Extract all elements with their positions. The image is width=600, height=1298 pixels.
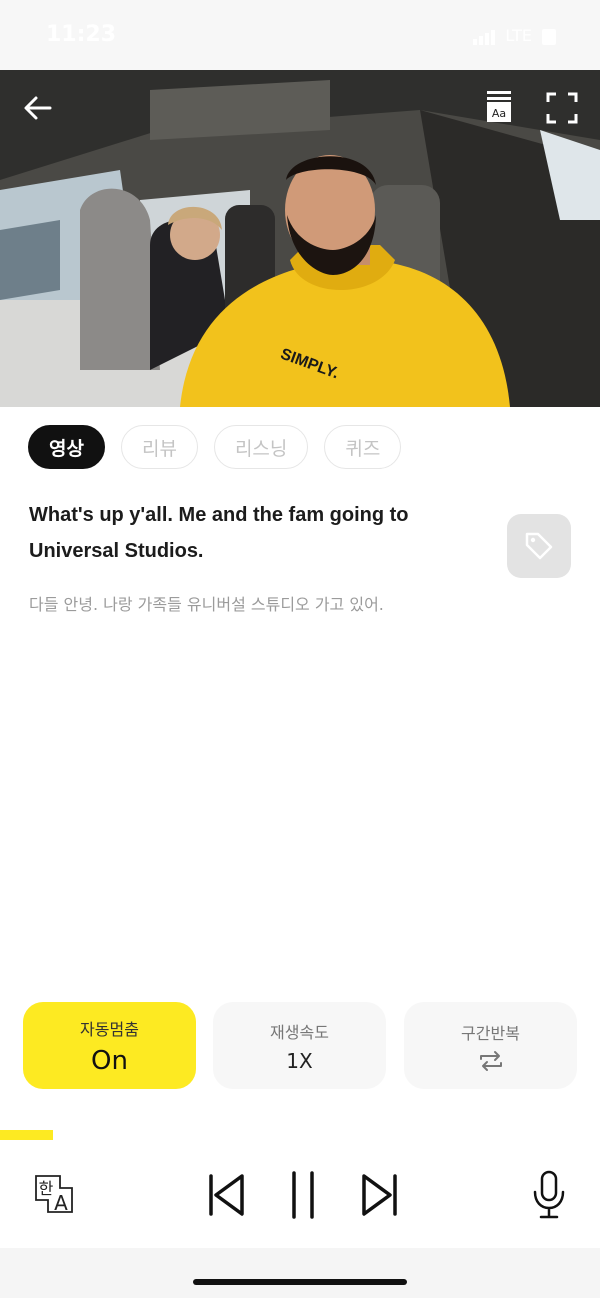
battery-icon bbox=[542, 29, 556, 45]
tab-listening[interactable]: 리스닝 bbox=[213, 425, 309, 469]
auto-stop-value: On bbox=[91, 1045, 128, 1076]
home-indicator[interactable] bbox=[193, 1279, 407, 1285]
section-repeat-label: 구간반복 bbox=[461, 1023, 520, 1043]
fullscreen-icon[interactable] bbox=[546, 92, 578, 124]
status-bar: 11:23 LTE bbox=[0, 0, 600, 70]
korean-english-translate-icon[interactable]: 한 A bbox=[34, 1174, 74, 1214]
repeat-icon bbox=[479, 1050, 502, 1071]
korean-translation: 다들 안녕. 나랑 가족들 유니버설 스튜디오 가고 있어. bbox=[29, 595, 384, 614]
translate-glyph-en: A bbox=[54, 1191, 68, 1214]
skip-next-icon[interactable] bbox=[360, 1172, 400, 1218]
playback-progress-fill bbox=[0, 1130, 53, 1140]
svg-text:Aa: Aa bbox=[492, 107, 506, 120]
bookmark-tag-button[interactable] bbox=[507, 514, 571, 578]
playback-speed-value: 1X bbox=[286, 1048, 313, 1073]
pause-icon[interactable] bbox=[286, 1170, 320, 1220]
microphone-icon[interactable] bbox=[530, 1170, 568, 1220]
video-player[interactable]: SIMPLY. Aa bbox=[0, 70, 600, 407]
home-indicator-area bbox=[0, 1248, 600, 1298]
tag-icon bbox=[525, 532, 553, 560]
playback-speed-button[interactable]: 재생속도 1X bbox=[213, 1002, 386, 1089]
english-sentence: What's up y'all. Me and the fam going to… bbox=[29, 504, 409, 562]
playback-speed-label: 재생속도 bbox=[270, 1022, 329, 1042]
subtitle-aa-icon[interactable]: Aa bbox=[486, 90, 512, 124]
network-type: LTE bbox=[505, 26, 532, 45]
tab-video[interactable]: 영상 bbox=[28, 425, 105, 469]
auto-stop-label: 자동멈춤 bbox=[80, 1019, 139, 1039]
section-repeat-button[interactable]: 구간반복 bbox=[404, 1002, 577, 1089]
signal-icon bbox=[473, 30, 496, 45]
content-tabs: 영상 리뷰 리스닝 퀴즈 bbox=[28, 425, 402, 469]
status-indicators: LTE bbox=[473, 26, 556, 45]
playback-progress-bar[interactable] bbox=[0, 1130, 600, 1140]
tab-quiz[interactable]: 퀴즈 bbox=[324, 425, 402, 469]
status-time: 11:23 bbox=[46, 22, 117, 47]
translate-glyph-ko: 한 bbox=[39, 1179, 54, 1198]
back-button[interactable] bbox=[20, 90, 56, 126]
tab-review[interactable]: 리뷰 bbox=[120, 425, 198, 469]
skip-previous-icon[interactable] bbox=[206, 1172, 246, 1218]
auto-stop-toggle[interactable]: 자동멈춤 On bbox=[23, 1002, 196, 1089]
